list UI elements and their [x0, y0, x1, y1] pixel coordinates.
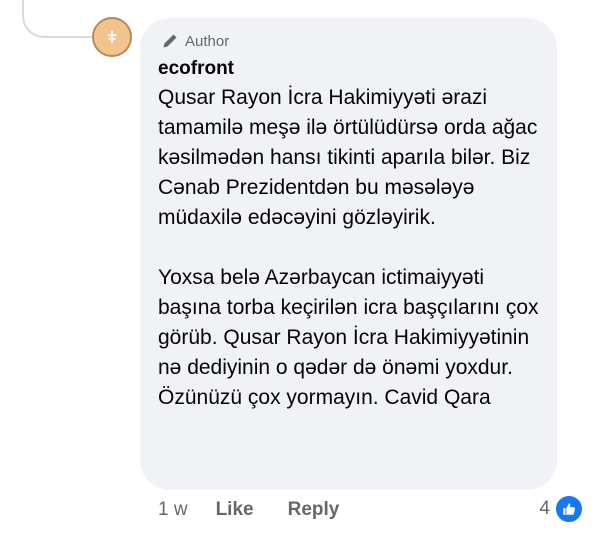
- comment-actions: 1 w Like Reply: [158, 497, 373, 523]
- avatar-icon: [107, 30, 117, 44]
- comment-timestamp[interactable]: 1 w: [158, 499, 188, 521]
- reply-button[interactable]: Reply: [288, 499, 340, 521]
- commenter-name[interactable]: ecofront: [158, 57, 541, 81]
- comment-bubble: Author ecofront Qusar Rayon İcra Hakimiy…: [140, 18, 557, 490]
- comment-text: Qusar Rayon İcra Hakimiyyəti ərazi tamam…: [158, 83, 541, 413]
- thread-connector-line: [22, 0, 92, 38]
- author-badge-label: Author: [185, 32, 230, 50]
- reaction-count: 4: [539, 498, 550, 519]
- like-reaction-badge: [554, 494, 584, 524]
- reaction-summary[interactable]: 4: [539, 494, 584, 524]
- pen-icon: [163, 34, 177, 48]
- comment-thread: Author ecofront Qusar Rayon İcra Hakimiy…: [0, 0, 600, 538]
- thumbs-up-icon: [563, 503, 575, 515]
- comment-paragraph: Qusar Rayon İcra Hakimiyyəti ərazi tamam…: [158, 86, 538, 229]
- author-badge: Author: [162, 30, 541, 52]
- like-button[interactable]: Like: [216, 499, 254, 521]
- comment-paragraph: Yoxsa belə Azərbaycan ictimaiyyəti başın…: [158, 266, 539, 409]
- avatar[interactable]: [92, 17, 132, 57]
